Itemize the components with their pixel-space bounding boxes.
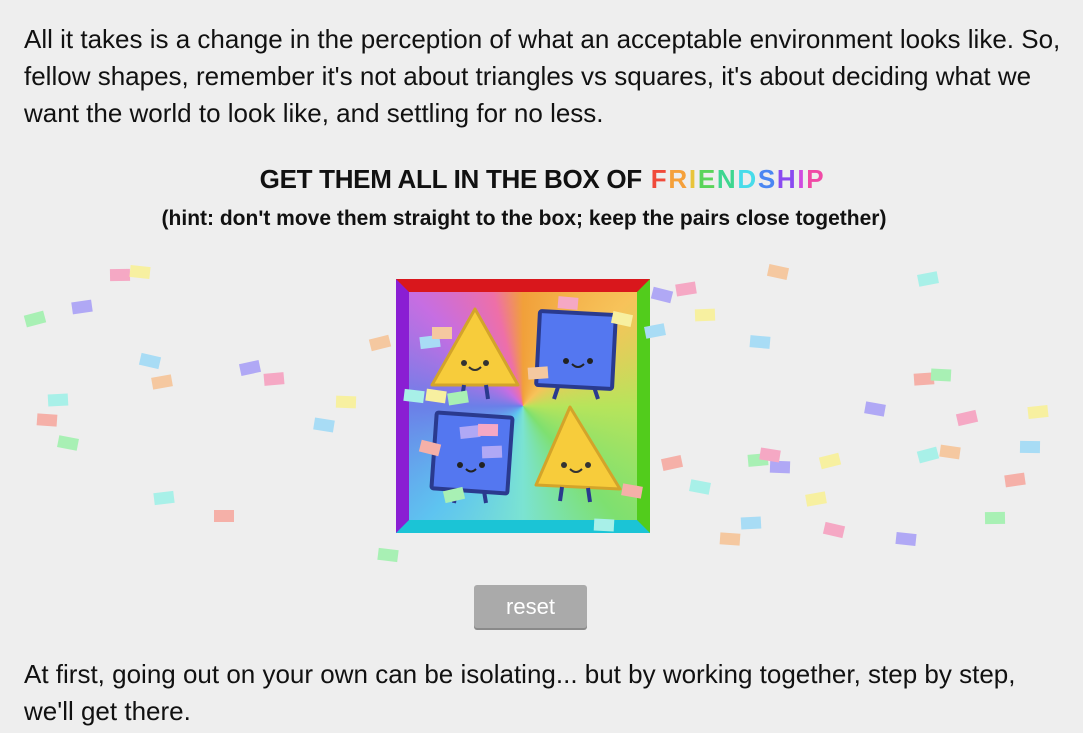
- confetti-piece: [153, 490, 175, 506]
- friendship-letter: R: [668, 164, 687, 194]
- confetti-piece: [368, 334, 392, 352]
- friendship-word: FRIENDSHIP: [649, 164, 824, 194]
- confetti-piece: [917, 271, 939, 287]
- friendship-letter: I: [688, 164, 696, 194]
- confetti-piece: [660, 455, 684, 471]
- confetti-piece: [36, 413, 58, 427]
- confetti-piece: [689, 479, 711, 495]
- square-shape[interactable]: [426, 407, 520, 505]
- confetti-piece: [984, 511, 1006, 525]
- confetti-piece: [864, 401, 886, 417]
- confetti-piece: [822, 521, 846, 539]
- confetti-piece: [916, 446, 940, 464]
- confetti-piece: [1019, 440, 1041, 454]
- confetti-piece: [955, 409, 979, 427]
- confetti-piece: [769, 460, 791, 474]
- confetti-piece: [749, 335, 771, 349]
- confetti-piece: [129, 264, 151, 280]
- triangle-shape[interactable]: [428, 305, 522, 403]
- confetti-piece: [47, 393, 69, 407]
- confetti-piece: [263, 372, 285, 386]
- confetti-piece: [238, 360, 262, 376]
- confetti-piece: [759, 447, 781, 463]
- title-prefix: GET THEM ALL IN THE BOX OF: [259, 164, 643, 194]
- friendship-letter: S: [757, 164, 775, 194]
- confetti-piece: [930, 368, 952, 382]
- confetti-piece: [805, 491, 827, 507]
- square-shape[interactable]: [532, 309, 622, 401]
- confetti-piece: [913, 372, 935, 386]
- confetti-piece: [694, 308, 716, 322]
- friendship-letter: H: [776, 164, 796, 194]
- confetti-piece: [71, 299, 93, 315]
- confetti-piece: [57, 435, 79, 451]
- confetti-piece: [138, 352, 162, 370]
- intro-paragraph: All it takes is a change in the percepti…: [24, 24, 1061, 128]
- friendship-letter: I: [797, 164, 805, 194]
- confetti-piece: [747, 453, 769, 467]
- confetti-piece: [939, 444, 961, 460]
- friendship-letter: P: [806, 164, 824, 194]
- confetti-piece: [377, 547, 399, 563]
- outro-paragraph: At first, going out on your own can be i…: [24, 659, 1016, 726]
- friendship-letter: N: [716, 164, 736, 194]
- friendship-letter: F: [650, 164, 667, 194]
- confetti-piece: [1027, 404, 1049, 420]
- confetti-piece: [313, 417, 335, 433]
- reset-button[interactable]: reset: [474, 585, 587, 628]
- confetti-piece: [1004, 472, 1026, 488]
- confetti-piece: [109, 268, 131, 282]
- confetti-piece: [214, 510, 234, 522]
- friendship-box[interactable]: [396, 279, 650, 533]
- confetti-piece: [740, 516, 762, 530]
- hint-text: (hint: don't move them straight to the b…: [161, 207, 887, 230]
- friendship-letter: E: [697, 164, 715, 194]
- confetti-piece: [818, 452, 842, 470]
- game-title: GET THEM ALL IN THE BOX OF FRIENDSHIP: [0, 164, 1083, 195]
- friendship-letter: D: [737, 164, 756, 194]
- confetti-piece: [895, 531, 917, 547]
- confetti-piece: [719, 532, 741, 546]
- confetti-piece: [151, 374, 173, 390]
- confetti-piece: [675, 281, 697, 297]
- confetti-piece: [23, 310, 47, 328]
- confetti-piece: [650, 286, 674, 304]
- confetti-piece: [335, 395, 357, 409]
- confetti-piece: [766, 264, 790, 280]
- triangle-shape[interactable]: [530, 401, 626, 505]
